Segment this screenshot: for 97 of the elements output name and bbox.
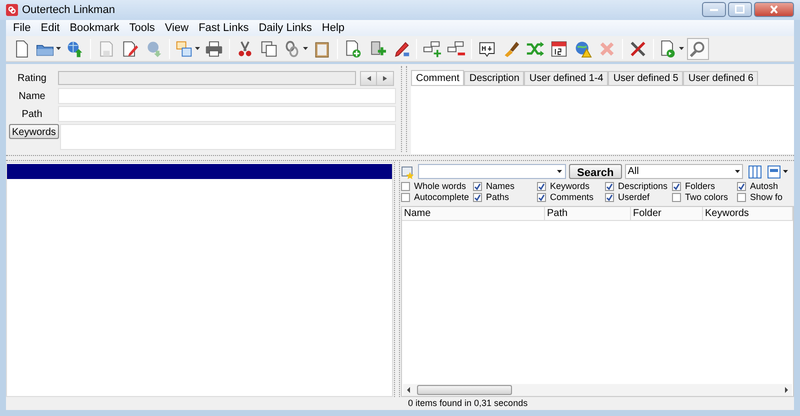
minimize-button[interactable] <box>702 2 726 17</box>
sort-icon <box>478 40 496 58</box>
document-go-icon <box>659 40 677 58</box>
search-button[interactable] <box>687 38 709 60</box>
checkbox-label: Keywords <box>550 181 590 192</box>
tree-add-icon <box>423 40 441 58</box>
globe-arrow-icon <box>145 40 163 58</box>
checkbox[interactable] <box>537 182 546 191</box>
checkbox-label: Names <box>486 181 515 192</box>
blank-document-icon <box>13 40 31 58</box>
tab[interactable]: User defined 1-4 <box>524 71 608 85</box>
tab[interactable]: Description <box>464 71 524 85</box>
checkbox[interactable] <box>605 193 614 202</box>
checkbox[interactable] <box>737 193 746 202</box>
caret-icon <box>303 47 308 50</box>
columns-view-icon[interactable] <box>748 164 762 178</box>
checkbox[interactable] <box>672 193 681 202</box>
globe-warning-icon <box>574 40 592 58</box>
caret-icon <box>679 47 684 50</box>
checkbox[interactable] <box>605 182 614 191</box>
clipboard-icon <box>313 40 331 58</box>
checkbox-label: Userdef <box>618 192 650 203</box>
add-document-icon <box>344 40 362 58</box>
caret-icon <box>195 47 200 50</box>
menu-item[interactable]: Bookmark <box>64 20 124 36</box>
keywords-button[interactable]: Keywords <box>9 124 59 139</box>
close-icon <box>770 5 778 14</box>
star-folder-icon[interactable] <box>401 164 415 178</box>
menu-item[interactable]: View <box>160 20 194 36</box>
column-header[interactable]: Folder <box>631 207 703 220</box>
caret-icon <box>557 170 562 173</box>
copy-icon <box>260 40 278 58</box>
globe-arrow-icon <box>66 40 84 58</box>
windows-icon <box>175 40 193 58</box>
minimize-icon <box>710 8 718 10</box>
add-book-icon <box>368 40 386 58</box>
caret-icon <box>56 47 61 50</box>
tab[interactable]: Comment <box>411 70 464 85</box>
menu-item[interactable]: Fast Links <box>194 20 254 36</box>
cross-icon <box>598 40 616 58</box>
menu-item[interactable]: Daily Links <box>254 20 317 36</box>
field-label: Path <box>20 108 44 122</box>
field-label: Rating <box>16 72 48 86</box>
text-field[interactable] <box>58 106 396 122</box>
checkbox-label: Autosh <box>750 181 778 192</box>
checkbox[interactable] <box>401 193 410 202</box>
shuffle-icon <box>526 40 544 58</box>
printer-icon <box>205 40 223 58</box>
checkbox-label: Autocomplete <box>414 192 470 203</box>
window-title: Outertech Linkman <box>22 2 115 18</box>
search-field[interactable] <box>418 164 566 179</box>
checkbox-label: Folders <box>685 181 716 192</box>
checkbox[interactable] <box>473 182 482 191</box>
menu-item[interactable]: File <box>8 20 36 36</box>
rating-spinner[interactable] <box>360 70 394 86</box>
checkbox-label: Two colors <box>685 192 728 203</box>
menu-item[interactable]: Tools <box>124 20 160 36</box>
status-text: 0 items found in 0,31 seconds <box>408 397 528 410</box>
tree-remove-icon <box>447 40 465 58</box>
search-button[interactable]: Search <box>569 164 622 179</box>
checkbox-label: Comments <box>550 192 594 203</box>
pen-icon <box>392 40 410 58</box>
column-header[interactable]: Keywords <box>703 207 793 220</box>
checkbox-label: Show fo <box>750 192 783 203</box>
column-header[interactable]: Name <box>402 207 545 220</box>
column-header[interactable]: Path <box>545 207 631 220</box>
app-logo-icon <box>6 4 18 16</box>
bookmark-tree[interactable] <box>6 162 394 397</box>
brush-icon <box>502 40 520 58</box>
pencil-document-icon <box>121 40 139 58</box>
chain-link-icon <box>283 40 301 58</box>
tab[interactable]: User defined 6 <box>683 71 758 85</box>
checkbox[interactable] <box>401 182 410 191</box>
scrollbar-thumb[interactable] <box>417 385 512 395</box>
calendar-icon <box>550 40 568 58</box>
checkbox[interactable] <box>672 182 681 191</box>
layout-view-icon[interactable] <box>766 164 788 178</box>
menu-item[interactable]: Edit <box>36 20 65 36</box>
maximize-icon <box>735 5 745 14</box>
field-label: Name <box>18 90 46 104</box>
checkbox[interactable] <box>737 182 746 191</box>
close-button[interactable] <box>754 2 794 17</box>
keywords-field[interactable] <box>60 124 396 150</box>
checkbox[interactable] <box>537 193 546 202</box>
menu-item[interactable]: Help <box>316 20 350 36</box>
checkbox-label: Whole words <box>414 181 466 192</box>
checkbox-label: Descriptions <box>618 181 668 192</box>
tab[interactable]: User defined 5 <box>608 71 684 85</box>
checkbox[interactable] <box>473 193 482 202</box>
text-field[interactable] <box>58 88 396 104</box>
horizontal-scrollbar[interactable] <box>403 384 792 396</box>
scissors-icon <box>236 40 254 58</box>
maximize-button[interactable] <box>728 2 752 17</box>
search-icon <box>689 40 707 58</box>
checkbox-label: Paths <box>486 192 510 203</box>
caret-icon <box>734 170 740 173</box>
scope-dropdown[interactable]: All <box>624 164 743 179</box>
